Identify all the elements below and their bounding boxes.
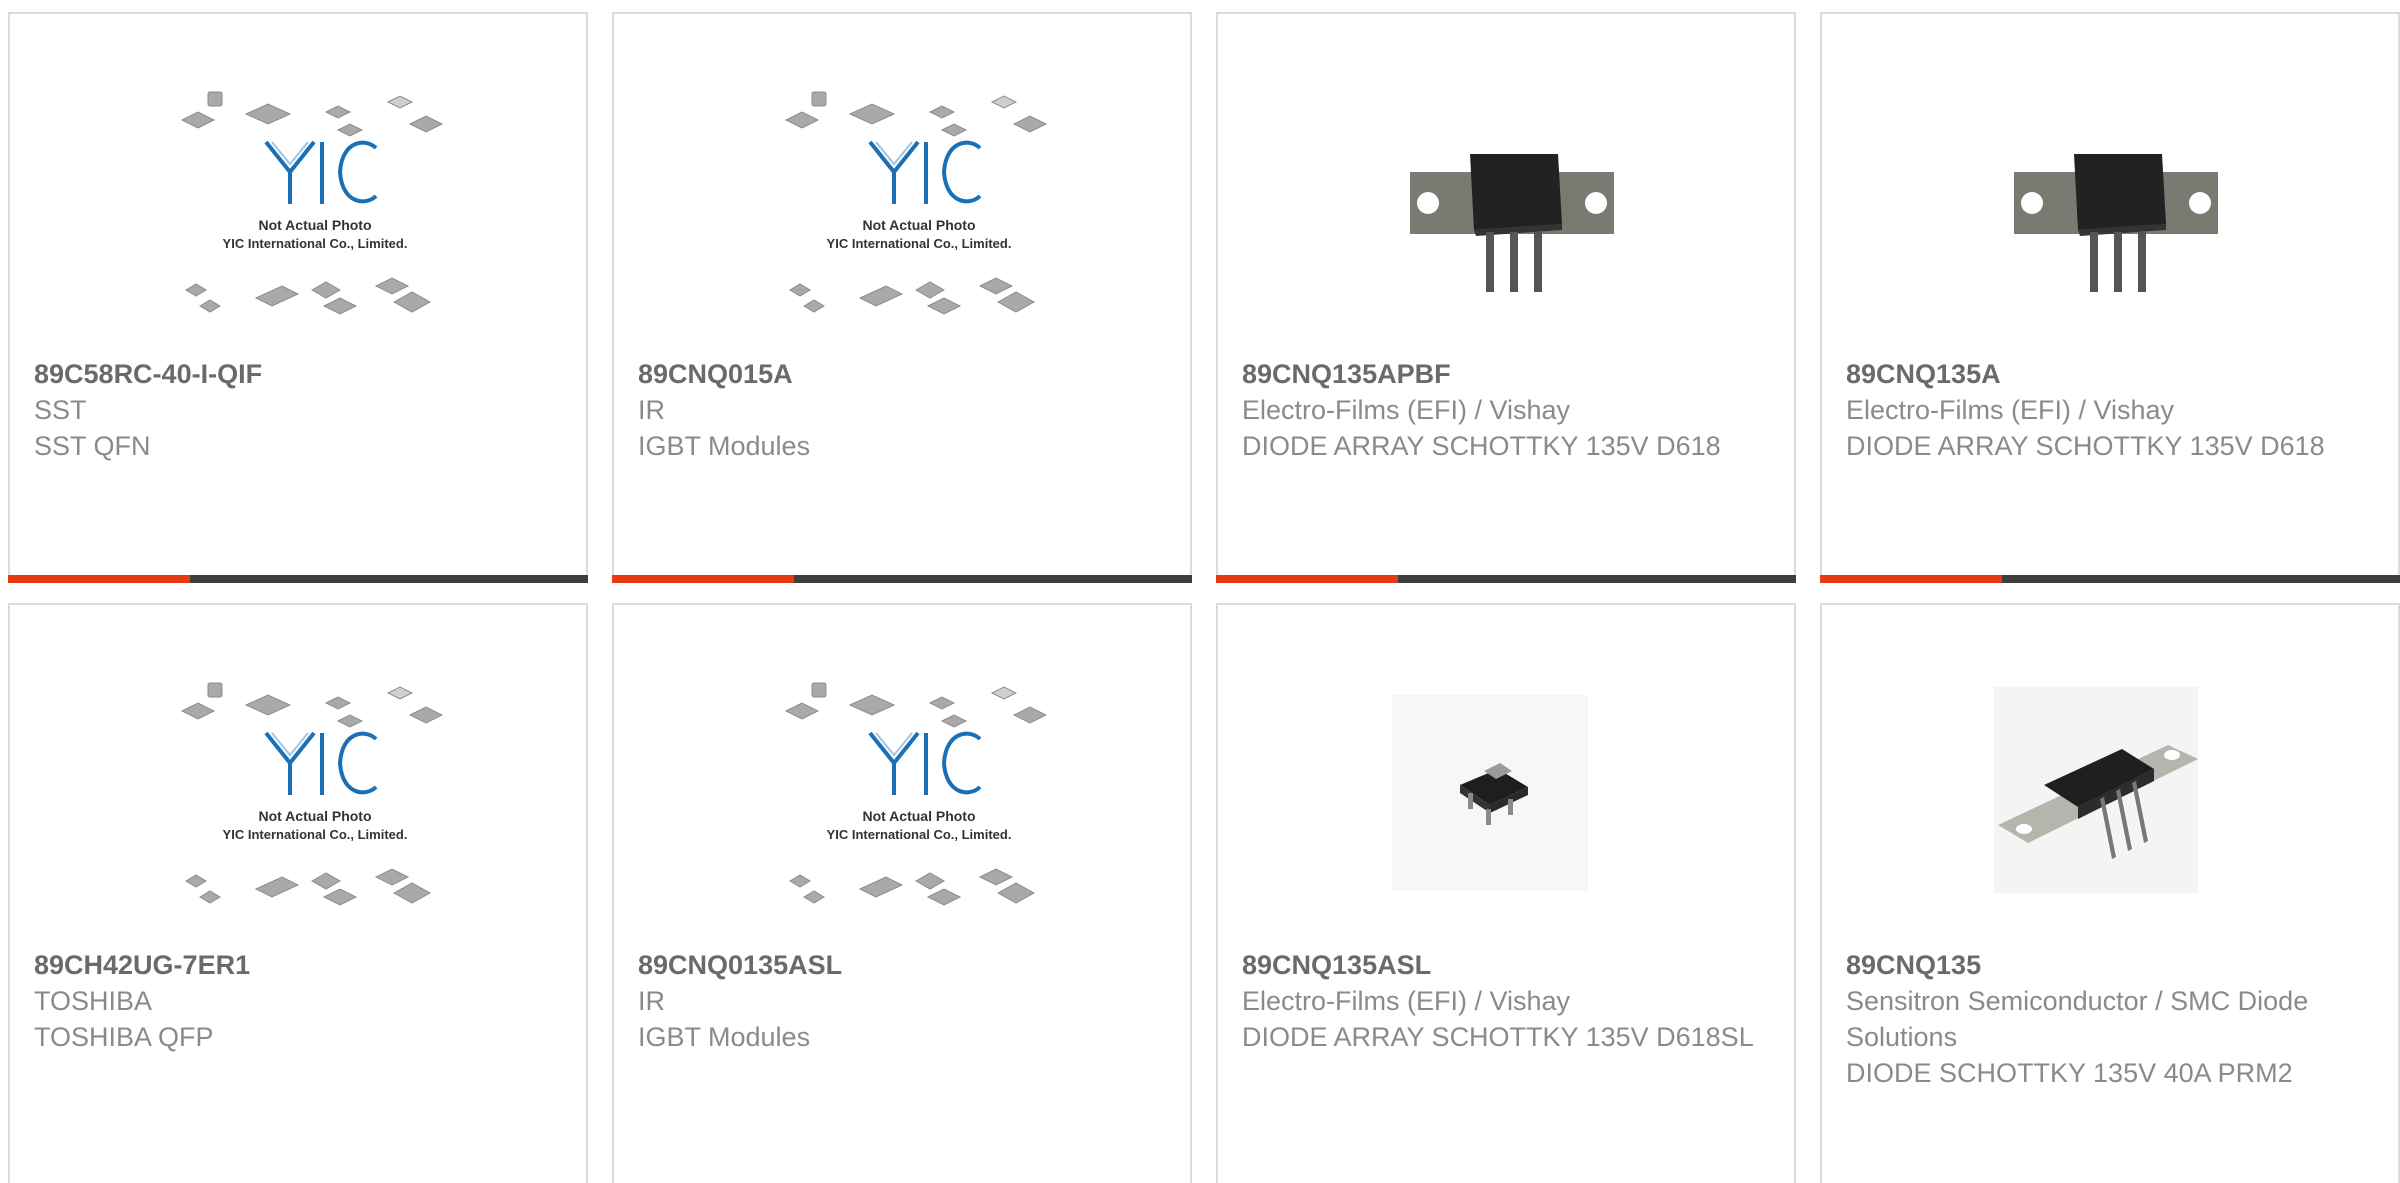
product-card[interactable]: Not Actual Photo YIC International Co., … [8,12,588,583]
manufacturer: IR [638,395,665,425]
placeholder-caption-line2: YIC International Co., Limited. [223,236,408,251]
product-card[interactable]: 89CNQ135ASL Electro-Films (EFI) / Vishay… [1216,603,1796,1183]
product-card[interactable]: 89CNQ135 Sensitron Semiconductor / SMC D… [1820,603,2400,1183]
product-grid: Not Actual Photo YIC International Co., … [0,0,2400,1183]
card-footer-bar [612,575,1192,583]
product-info: 89CH42UG-7ER1 TOSHIBA TOSHIBA QFP [34,947,566,1055]
card-footer-bar [1820,575,2400,583]
product-description: SST QFN [34,431,151,461]
placeholder-caption-line1: Not Actual Photo [862,217,975,233]
part-number[interactable]: 89CNQ135APBF [1242,356,1774,392]
product-info: 89CNQ135 Sensitron Semiconductor / SMC D… [1846,947,2378,1091]
product-description: TOSHIBA QFP [34,1022,214,1052]
product-image[interactable] [1388,675,1658,935]
manufacturer: TOSHIBA [34,986,153,1016]
part-number[interactable]: 89CNQ015A [638,356,1170,392]
product-description: IGBT Modules [638,431,811,461]
card-accent-bar [1216,575,1398,583]
card-accent-bar [8,575,190,583]
manufacturer: Electro-Films (EFI) / Vishay [1242,986,1571,1016]
part-number[interactable]: 89CNQ135ASL [1242,947,1774,983]
manufacturer: Electro-Films (EFI) / Vishay [1846,395,2175,425]
part-number[interactable]: 89CNQ0135ASL [638,947,1170,983]
product-card[interactable]: Not Actual Photo YIC International Co., … [612,603,1192,1183]
product-image[interactable] [1992,675,2262,935]
product-info: 89CNQ0135ASL IR IGBT Modules [638,947,1170,1055]
product-image[interactable] [1992,84,2262,344]
product-image[interactable]: Not Actual Photo YIC International Co., … [180,675,450,935]
placeholder-caption-line2: YIC International Co., Limited. [827,236,1012,251]
manufacturer: SST [34,395,87,425]
product-description: DIODE SCHOTTKY 135V 40A PRM2 [1846,1058,2293,1088]
product-description: DIODE ARRAY SCHOTTKY 135V D618 [1242,431,1721,461]
product-description: DIODE ARRAY SCHOTTKY 135V D618 [1846,431,2325,461]
placeholder-caption-line2: YIC International Co., Limited. [223,827,408,842]
part-number[interactable]: 89CH42UG-7ER1 [34,947,566,983]
product-info: 89CNQ135A Electro-Films (EFI) / Vishay D… [1846,356,2378,464]
product-info: 89CNQ135APBF Electro-Films (EFI) / Visha… [1242,356,1774,464]
part-number[interactable]: 89C58RC-40-I-QIF [34,356,566,392]
card-footer-bar [1216,575,1796,583]
card-accent-bar [612,575,794,583]
product-description: DIODE ARRAY SCHOTTKY 135V D618SL [1242,1022,1754,1052]
placeholder-caption-line1: Not Actual Photo [258,217,371,233]
product-card[interactable]: 89CNQ135APBF Electro-Films (EFI) / Visha… [1216,12,1796,583]
card-accent-bar [1820,575,2002,583]
manufacturer: IR [638,986,665,1016]
placeholder-caption-line1: Not Actual Photo [258,808,371,824]
product-image[interactable]: Not Actual Photo YIC International Co., … [180,84,450,344]
product-image[interactable]: Not Actual Photo YIC International Co., … [784,84,1054,344]
product-info: 89C58RC-40-I-QIF SST SST QFN [34,356,566,464]
product-description: IGBT Modules [638,1022,811,1052]
product-card[interactable]: Not Actual Photo YIC International Co., … [8,603,588,1183]
product-image[interactable]: Not Actual Photo YIC International Co., … [784,675,1054,935]
placeholder-caption-line1: Not Actual Photo [862,808,975,824]
manufacturer: Electro-Films (EFI) / Vishay [1242,395,1571,425]
product-info: 89CNQ015A IR IGBT Modules [638,356,1170,464]
placeholder-caption-line2: YIC International Co., Limited. [827,827,1012,842]
part-number[interactable]: 89CNQ135 [1846,947,2378,983]
part-number[interactable]: 89CNQ135A [1846,356,2378,392]
card-footer-bar [8,575,588,583]
product-image[interactable] [1388,84,1658,344]
product-card[interactable]: Not Actual Photo YIC International Co., … [612,12,1192,583]
product-info: 89CNQ135ASL Electro-Films (EFI) / Vishay… [1242,947,1774,1055]
product-card[interactable]: 89CNQ135A Electro-Films (EFI) / Vishay D… [1820,12,2400,583]
manufacturer: Sensitron Semiconductor / SMC Diode Solu… [1846,986,2309,1052]
